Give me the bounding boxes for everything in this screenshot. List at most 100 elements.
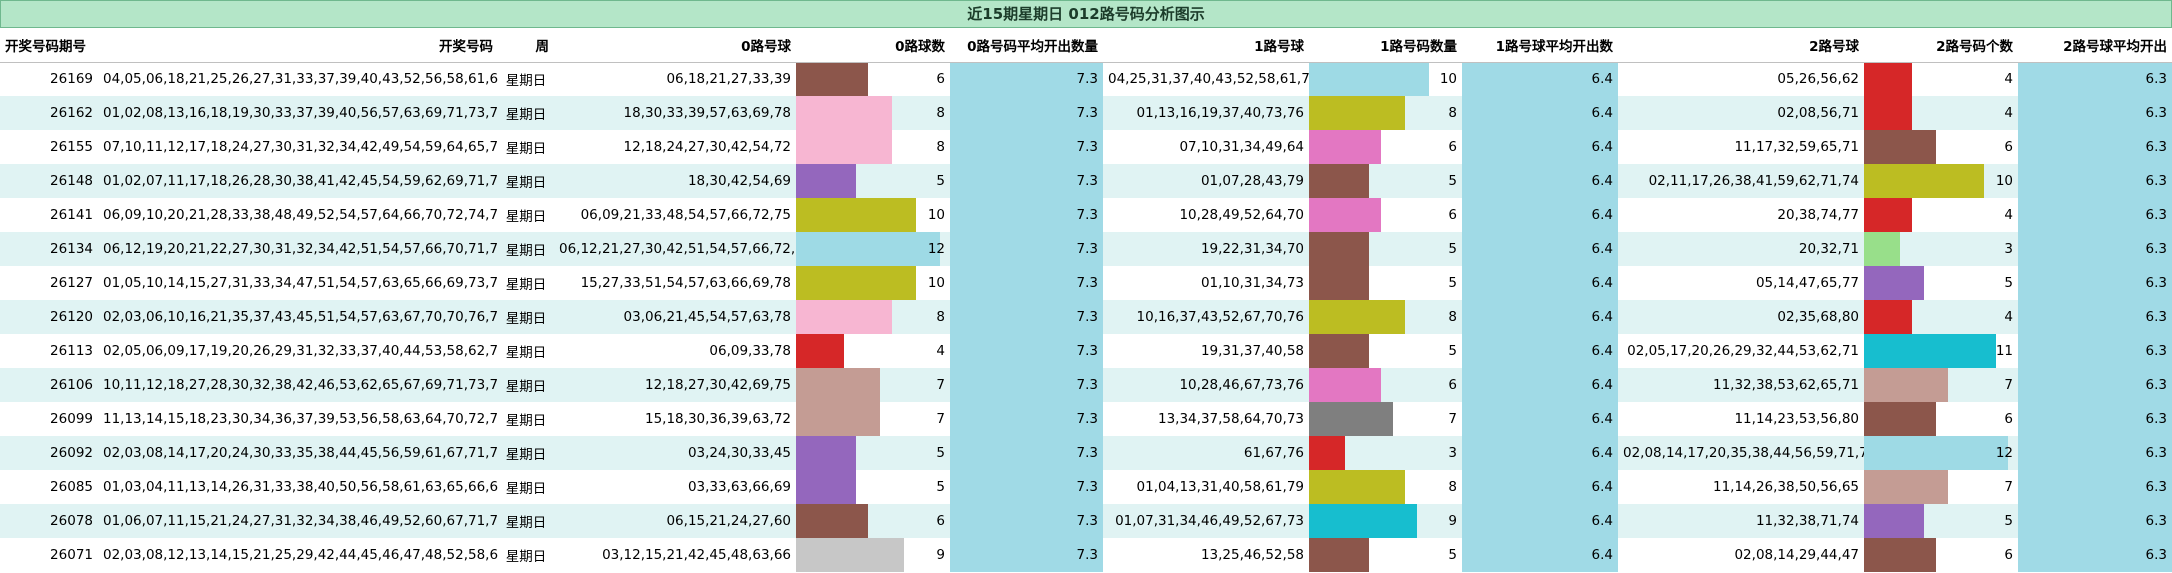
r1-count-cell: 5 [1309,266,1462,300]
table-body: 26169 04,05,06,18,21,25,26,27,31,33,37,39… [0,62,2172,572]
count-bar [796,266,916,300]
r1-count-cell: 5 [1309,232,1462,266]
r2-balls-cell: 05,14,47,65,77 [1618,266,1864,300]
count-bar [1309,96,1405,130]
r2-count-cell: 5 [1864,504,2018,538]
count-bar [1864,402,1936,436]
count-bar [796,368,880,402]
col-header-r2-avg: 2路号球平均开出 [2018,28,2172,63]
table-row: 26127 01,05,10,14,15,27,31,33,34,47,51,54… [0,266,2172,300]
count-value: 7 [2004,377,2013,393]
col-header-r1-balls: 1路号球 [1103,28,1309,63]
numbers-cell: 04,05,06,18,21,25,26,27,31,33,37,39,40,4… [98,62,498,96]
r0-count-cell: 8 [796,96,950,130]
table-row: 26113 02,05,06,09,17,19,20,26,29,31,32,33… [0,334,2172,368]
r1-balls-cell: 01,13,16,19,37,40,73,76 [1103,96,1309,130]
count-bar [1309,470,1405,504]
count-bar [796,130,892,164]
r0-avg-cell: 7.3 [950,436,1103,470]
r0-count-cell: 7 [796,368,950,402]
count-value: 11 [1995,343,2013,359]
r0-avg-cell: 7.3 [950,198,1103,232]
count-bar [796,164,856,198]
r0-count-cell: 6 [796,62,950,96]
r2-count-cell: 4 [1864,96,2018,130]
table-row: 26078 01,06,07,11,15,21,24,27,31,32,34,38… [0,504,2172,538]
r0-avg-cell: 7.3 [950,402,1103,436]
r0-avg-cell: 7.3 [950,470,1103,504]
count-bar [1864,62,1912,96]
r2-balls-cell: 20,32,71 [1618,232,1864,266]
week-cell: 星期日 [498,62,554,96]
count-value: 10 [927,275,945,291]
r0-count-cell: 8 [796,130,950,164]
count-bar [796,62,868,96]
r2-balls-cell: 20,38,74,77 [1618,198,1864,232]
issue-cell: 26113 [0,334,98,368]
r0-avg-cell: 7.3 [950,232,1103,266]
r2-avg-cell: 6.3 [2018,130,2172,164]
issue-cell: 26134 [0,232,98,266]
r0-avg-cell: 7.3 [950,164,1103,198]
week-cell: 星期日 [498,164,554,198]
r0-count-cell: 5 [796,436,950,470]
r2-count-cell: 10 [1864,164,2018,198]
r1-avg-cell: 6.4 [1462,62,1618,96]
count-value: 7 [936,411,945,427]
issue-cell: 26169 [0,62,98,96]
numbers-cell: 02,03,08,14,17,20,24,30,33,35,38,44,45,5… [98,436,498,470]
count-value: 6 [2004,547,2013,563]
r2-balls-cell: 02,08,14,17,20,35,38,44,56,59,71,77 [1618,436,1864,470]
r0-avg-cell: 7.3 [950,300,1103,334]
table-row: 26092 02,03,08,14,17,20,24,30,33,35,38,44… [0,436,2172,470]
count-bar [1309,266,1369,300]
week-cell: 星期日 [498,300,554,334]
r2-avg-cell: 6.3 [2018,538,2172,572]
r1-avg-cell: 6.4 [1462,436,1618,470]
r1-avg-cell: 6.4 [1462,504,1618,538]
col-header-r1-avg: 1路号球平均开出数 [1462,28,1618,63]
r1-avg-cell: 6.4 [1462,334,1618,368]
col-header-r2-balls: 2路号球 [1618,28,1864,63]
r2-count-cell: 11 [1864,334,2018,368]
r0-avg-cell: 7.3 [950,368,1103,402]
r2-count-cell: 7 [1864,470,2018,504]
count-value: 4 [2004,71,2013,88]
r2-balls-cell: 02,08,14,29,44,47 [1618,538,1864,572]
r1-count-cell: 6 [1309,198,1462,232]
count-value: 6 [1448,207,1457,223]
r0-balls-cell: 06,09,21,33,48,54,57,66,72,75 [554,198,796,232]
r2-count-cell: 6 [1864,130,2018,164]
r0-balls-cell: 15,18,30,36,39,63,72 [554,402,796,436]
count-value: 9 [936,547,945,563]
count-value: 4 [2004,309,2013,325]
r1-count-cell: 5 [1309,164,1462,198]
count-value: 3 [1448,445,1457,461]
count-value: 9 [1448,513,1457,529]
numbers-cell: 10,11,12,18,27,28,30,32,38,42,46,53,62,6… [98,368,498,402]
r0-count-cell: 12 [796,232,950,266]
r0-count-cell: 7 [796,402,950,436]
r1-count-cell: 3 [1309,436,1462,470]
r0-count-cell: 5 [796,470,950,504]
count-bar [1309,334,1369,368]
count-bar [796,96,892,130]
r1-count-cell: 6 [1309,368,1462,402]
r0-balls-cell: 15,27,33,51,54,57,63,66,69,78 [554,266,796,300]
table-row: 26148 01,02,07,11,17,18,26,28,30,38,41,42… [0,164,2172,198]
week-cell: 星期日 [498,232,554,266]
r1-count-cell: 6 [1309,130,1462,164]
r1-count-cell: 7 [1309,402,1462,436]
r1-balls-cell: 01,07,28,43,79 [1103,164,1309,198]
count-value: 6 [936,513,945,529]
r0-count-cell: 4 [796,334,950,368]
week-cell: 星期日 [498,198,554,232]
numbers-cell: 02,05,06,09,17,19,20,26,29,31,32,33,37,4… [98,334,498,368]
issue-cell: 26099 [0,402,98,436]
count-value: 8 [1448,309,1457,325]
r2-balls-cell: 11,32,38,71,74 [1618,504,1864,538]
numbers-cell: 01,06,07,11,15,21,24,27,31,32,34,38,46,4… [98,504,498,538]
count-bar [796,538,904,572]
count-value: 7 [2004,479,2013,495]
issue-cell: 26155 [0,130,98,164]
